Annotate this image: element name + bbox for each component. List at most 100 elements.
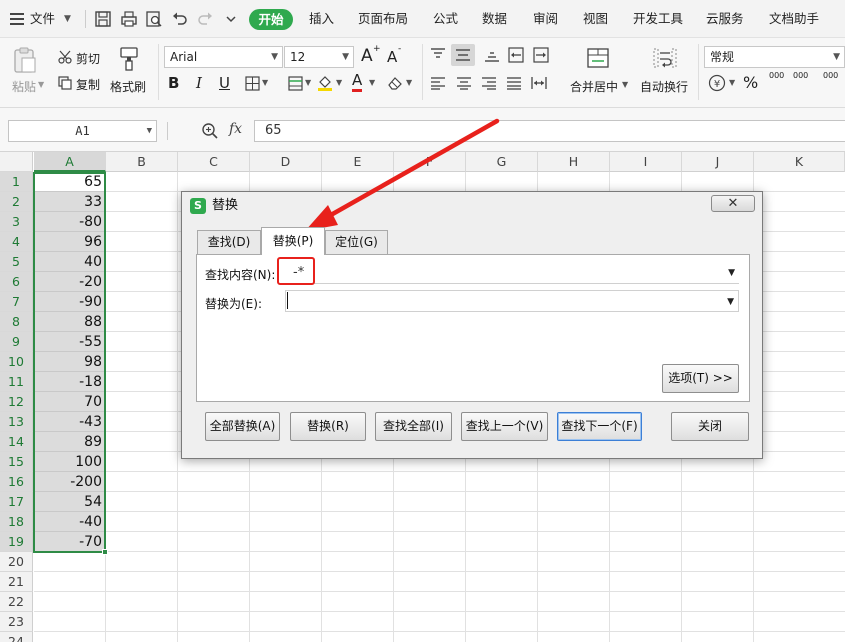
decrease-decimal-button[interactable]: 000: [823, 71, 838, 80]
distribute-icon[interactable]: [531, 76, 547, 90]
column-header-g[interactable]: G: [466, 152, 538, 172]
chevron-down-icon[interactable]: ▼: [727, 291, 734, 313]
cell-a2[interactable]: 33: [34, 192, 105, 212]
save-icon[interactable]: [94, 10, 112, 28]
chevron-down-icon[interactable]: ▼: [336, 78, 342, 87]
cell-a15[interactable]: 100: [34, 452, 105, 472]
redo-icon[interactable]: [196, 10, 214, 28]
align-right-icon[interactable]: [481, 76, 497, 90]
column-header-f[interactable]: F: [394, 152, 466, 172]
cut-button[interactable]: 剪切: [76, 50, 100, 67]
column-header-b[interactable]: B: [106, 152, 178, 172]
dialog-title-bar[interactable]: S 替换 ✕: [182, 192, 762, 220]
column-header-d[interactable]: D: [250, 152, 322, 172]
tab-page-layout[interactable]: 页面布局: [358, 0, 408, 38]
column-header-k[interactable]: K: [754, 152, 845, 172]
cell-a7[interactable]: -90: [34, 292, 105, 312]
indent-decrease-icon[interactable]: [508, 47, 524, 63]
chevron-down-icon[interactable]: ▼: [729, 78, 735, 87]
format-painter-button[interactable]: 格式刷: [110, 78, 146, 95]
grow-font-icon[interactable]: A: [361, 46, 373, 66]
paste-icon[interactable]: [12, 46, 38, 74]
print-icon[interactable]: [120, 10, 138, 28]
replace-button[interactable]: 替换(R): [290, 412, 366, 441]
row-header-11[interactable]: 11: [0, 372, 33, 392]
number-format-select[interactable]: 常规 ▼: [704, 46, 845, 68]
underline-button[interactable]: U: [219, 74, 230, 92]
percent-button[interactable]: %: [743, 73, 758, 92]
tab-start[interactable]: 开始: [249, 9, 293, 30]
cell-a12[interactable]: 70: [34, 392, 105, 412]
chevron-down-icon[interactable]: ▼: [305, 78, 311, 87]
chevron-down-icon[interactable]: ▼: [369, 78, 375, 87]
cell-a13[interactable]: -43: [34, 412, 105, 432]
border-icon[interactable]: [245, 76, 260, 91]
find-input[interactable]: -* ▼: [285, 262, 739, 284]
row-header-21[interactable]: 21: [0, 572, 33, 592]
tab-goto[interactable]: 定位(G): [325, 230, 388, 254]
close-icon[interactable]: ✕: [711, 195, 755, 212]
row-header-9[interactable]: 9: [0, 332, 33, 352]
format-painter-icon[interactable]: [118, 46, 140, 72]
row-header-23[interactable]: 23: [0, 612, 33, 632]
cell-a3[interactable]: -80: [34, 212, 105, 232]
formula-input[interactable]: 65: [254, 120, 845, 142]
replace-all-button[interactable]: 全部替换(A): [205, 412, 280, 441]
print-preview-icon[interactable]: [145, 10, 163, 28]
file-menu[interactable]: 文件: [30, 0, 55, 38]
tab-doc-assistant[interactable]: 文档助手: [769, 0, 819, 38]
find-next-button[interactable]: 查找下一个(F): [557, 412, 642, 441]
fill-handle[interactable]: [102, 549, 108, 555]
wrap-text-icon[interactable]: [652, 46, 678, 70]
row-header-24[interactable]: 24: [0, 632, 33, 642]
row-header-10[interactable]: 10: [0, 352, 33, 372]
font-size-select[interactable]: 12 ▼: [284, 46, 354, 68]
scissors-icon[interactable]: [58, 50, 72, 64]
cell-a10[interactable]: 98: [34, 352, 105, 372]
row-header-12[interactable]: 12: [0, 392, 33, 412]
column-header-c[interactable]: C: [178, 152, 250, 172]
bold-button[interactable]: B: [168, 74, 179, 92]
name-box[interactable]: A1 ▼: [8, 120, 157, 142]
tab-find[interactable]: 查找(D): [197, 230, 261, 254]
copy-icon[interactable]: [58, 76, 72, 90]
tab-developer[interactable]: 开发工具: [633, 0, 683, 38]
hamburger-icon[interactable]: [10, 13, 24, 25]
thousand-sep-button[interactable]: 000: [793, 71, 808, 80]
column-header-a[interactable]: A: [34, 152, 106, 172]
eraser-icon[interactable]: [386, 75, 403, 91]
tab-review[interactable]: 审阅: [533, 0, 558, 38]
chevron-down-icon[interactable]: ▼: [262, 78, 268, 87]
chevron-down-icon[interactable]: ▼: [622, 80, 628, 89]
column-header-e[interactable]: E: [322, 152, 394, 172]
tab-cloud[interactable]: 云服务: [706, 0, 744, 38]
find-previous-button[interactable]: 查找上一个(V): [461, 412, 548, 441]
chevron-down-icon[interactable]: ▼: [406, 78, 412, 87]
fill-pattern-icon[interactable]: [288, 76, 303, 91]
row-header-4[interactable]: 4: [0, 232, 33, 252]
tab-replace[interactable]: 替换(P): [261, 227, 325, 255]
column-header-i[interactable]: I: [610, 152, 682, 172]
align-bottom-icon[interactable]: [484, 48, 500, 62]
zoom-icon[interactable]: [201, 122, 219, 140]
font-name-select[interactable]: Arial ▼: [164, 46, 283, 68]
font-color-icon[interactable]: A: [352, 72, 363, 92]
cell-a1[interactable]: 65: [34, 172, 105, 192]
cell-a5[interactable]: 40: [34, 252, 105, 272]
row-header-20[interactable]: 20: [0, 552, 33, 572]
cell-a17[interactable]: 54: [34, 492, 105, 512]
row-header-19[interactable]: 19: [0, 532, 33, 552]
chevron-down-icon[interactable]: ▼: [728, 262, 735, 284]
row-header-5[interactable]: 5: [0, 252, 33, 272]
undo-icon[interactable]: [171, 10, 189, 28]
more-icon[interactable]: [222, 10, 240, 28]
tab-view[interactable]: 视图: [583, 0, 608, 38]
row-header-22[interactable]: 22: [0, 592, 33, 612]
tab-formulas[interactable]: 公式: [433, 0, 458, 38]
fx-icon[interactable]: fx: [229, 121, 242, 137]
justify-icon[interactable]: [506, 76, 522, 90]
row-header-3[interactable]: 3: [0, 212, 33, 232]
row-header-14[interactable]: 14: [0, 432, 33, 452]
shrink-font-icon[interactable]: A: [387, 48, 397, 66]
align-middle-icon[interactable]: [451, 44, 475, 66]
